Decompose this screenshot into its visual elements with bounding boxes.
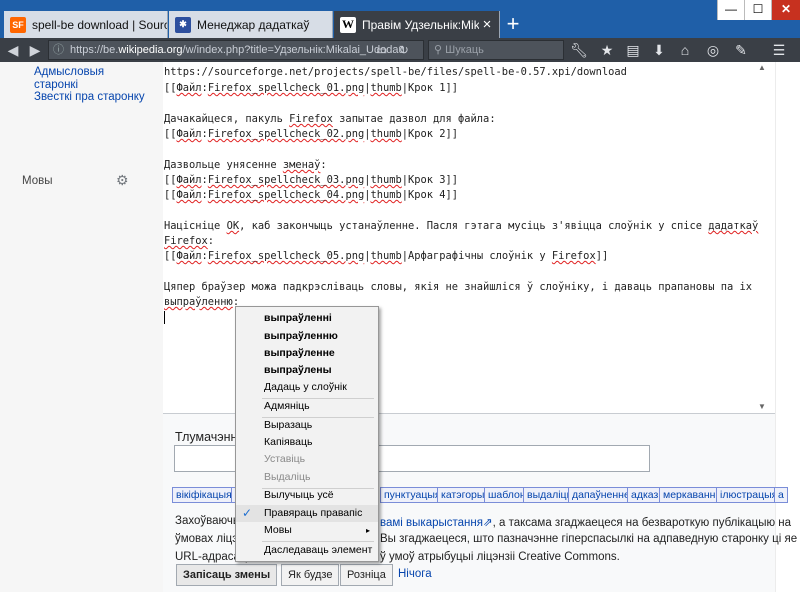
check-spelling-label: Правяраць правапіс [264,507,363,519]
site-info-icon[interactable]: ⓘ [53,44,64,56]
reload-icon[interactable]: ↻ [399,43,409,57]
tab-wikipedia-edit[interactable]: W Правім Удзельнік:Mikalai U × [334,11,500,38]
sidebar-link-special-pages[interactable]: Адмысловыя старонкі [34,66,134,92]
spelling-suggestion[interactable]: выпраўленню [236,328,378,345]
palette-icon[interactable]: ◎ [702,40,724,60]
spelling-suggestion[interactable]: выпраўлены [236,362,378,379]
tab-sourceforge[interactable]: SF spell-be download | SourceF [4,11,168,38]
sourceforge-favicon-icon: SF [10,16,26,33]
editor-line: выпраўленню: [164,296,240,308]
hamburger-menu-icon[interactable]: ☰ [768,40,790,60]
summary-label: Тлумачэнне [175,430,245,444]
chip-reply[interactable]: адказ [627,487,663,503]
tab-label: Правім Удзельнік:Mikalai U [362,17,479,32]
page-scrollbar[interactable] [775,62,800,592]
editor-line: [[Файл:Firefox_spellcheck_01.png|thumb|К… [164,82,459,94]
select-all-item[interactable]: Вылучыць усё [236,487,378,504]
show-changes-button[interactable]: Розніца [340,564,393,586]
context-menu: выпраўленні выпраўленню выпраўленне выпр… [235,306,379,562]
url-bar[interactable]: ⓘ https://be.wikipedia.org/w/index.php?ti… [48,40,424,60]
search-placeholder: Шукаць [445,44,484,56]
star-icon[interactable]: ★ [596,40,618,60]
gear-icon[interactable]: ⚙ [116,172,129,189]
wrench-icon[interactable]: 🔧︎ [568,40,590,60]
copy-item[interactable]: Капіяваць [236,434,378,451]
url-bar-icons: ▭ ↻ [376,40,409,60]
url-prefix: https://be. [70,44,119,56]
url-domain: wikipedia.org [118,44,183,56]
delete-item[interactable]: Выдаліць [236,469,378,486]
add-to-dictionary-item[interactable]: Дадаць у слоўнік [236,379,378,396]
editor-line: Дачакайцеся, пакуль Firefox запытае дазв… [164,113,496,125]
spelling-suggestion[interactable]: выпраўленні [236,310,378,327]
editor-line: [[Файл:Firefox_spellcheck_03.png|thumb|К… [164,174,459,186]
search-icon: ⚲ [434,44,443,56]
editor-line: [[Файл:Firefox_spellcheck_04.png|thumb|К… [164,189,459,201]
chip-addition[interactable]: дапаўненне [568,487,634,503]
tab-close-icon[interactable]: × [479,16,495,33]
tab-label: Менеджар дадаткаў [197,17,310,32]
url-suffix: /w/index.php?title=Удзельнік:Mikalai_Udo… [182,44,405,56]
puzzle-icon: ✱ [175,16,191,33]
paste-item[interactable]: Уставіць [236,451,378,468]
cancel-link[interactable]: Нічога [398,568,432,580]
editor-line: [[Файл:Firefox_spellcheck_02.png|thumb|К… [164,128,459,140]
wikipedia-favicon-icon: W [340,16,356,33]
legal-text-line2-end: Вы згаджаецеся, што пазначэнне гіперспас… [380,533,798,545]
save-changes-button[interactable]: Запісаць змены [176,564,278,586]
check-spelling-item[interactable]: ✓ Правяраць правапіс [236,505,378,522]
chip-categories[interactable]: катэгоры [437,487,489,503]
tab-label: spell-be download | SourceF [32,17,167,32]
chip-illustration[interactable]: ілюстрацыя [716,487,782,503]
inspect-element-item[interactable]: Даследаваць элемент [236,542,378,559]
editor-line: https://sourceforge.net/projects/spell-b… [164,66,627,78]
editor-line: Цяпер браўзер можа падкрэсліваць словы, … [164,281,753,293]
clipboard-icon[interactable]: ▤ [622,40,644,60]
minimize-button[interactable]: — [717,0,744,20]
download-icon[interactable]: ⬇ [648,40,670,60]
back-button[interactable]: ◀ [2,40,24,60]
sidebar-languages-heading: Мовы [22,175,53,187]
scroll-up-arrow-icon[interactable]: ▲ [758,63,766,72]
text-caret [164,311,165,324]
legal-text-line1: Захоўваючы [175,515,242,527]
close-window-button[interactable]: ✕ [771,0,800,20]
editor-line: Дазвольце унясенне зменаў: [164,159,327,171]
external-link-icon: ⇗ [482,517,493,529]
chip-a-2[interactable]: а [774,487,788,503]
editor-line: [[Файл:Firefox_spellcheck_05.png|thumb|А… [164,250,609,262]
navigation-bar: ◀ ▶ ⓘ https://be.wikipedia.org/w/index.ph… [0,38,800,62]
maximize-button[interactable]: ☐ [744,0,771,20]
forward-button[interactable]: ▶ [24,40,46,60]
new-tab-button[interactable]: + [500,11,526,38]
tab-strip: SF spell-be download | SourceF ✱ Менеджа… [0,0,800,38]
sidebar-link-page-info[interactable]: Звесткі пра старонку [34,91,145,104]
editor-line: Firefox: [164,235,215,247]
submenu-arrow-icon: ▸ [365,526,370,535]
preview-button[interactable]: Як будзе [281,564,340,586]
chip-punctuation[interactable]: пунктуацыя [380,487,445,503]
chip-wikify[interactable]: вікіфікацыя [172,487,236,503]
library-icon[interactable]: ✎ [730,40,752,60]
tab-addons-manager[interactable]: ✱ Менеджар дадаткаў [169,11,333,38]
home-icon[interactable]: ⌂ [674,40,696,60]
reader-view-icon[interactable]: ▭ [376,43,387,57]
search-input[interactable]: ⚲ Шукаць [428,40,564,60]
editor-line: Націсніце OK, каб закончыць устанаўленне… [164,220,759,232]
legal-text-line3-end: ў умоў атрыбуцыі ліцэнзіі Creative Commo… [380,551,620,563]
undo-item[interactable]: Адмяніць [236,398,378,415]
cut-item[interactable]: Выразаць [236,417,378,434]
terms-link[interactable]: вамі выкарыстання [380,517,483,529]
languages-label: Мовы [264,524,292,536]
wiki-sidebar: Адмысловыя старонкі Звесткі пра старонку… [0,62,163,592]
spelling-suggestion[interactable]: выпраўленне [236,345,378,362]
legal-text-line1-end: вамі выкарыстання⇗, а таксама згаджаецес… [380,517,792,529]
checkmark-icon: ✓ [242,506,253,520]
scroll-down-arrow-icon[interactable]: ▼ [758,402,766,411]
languages-item[interactable]: Мовы ▸ [236,522,378,539]
